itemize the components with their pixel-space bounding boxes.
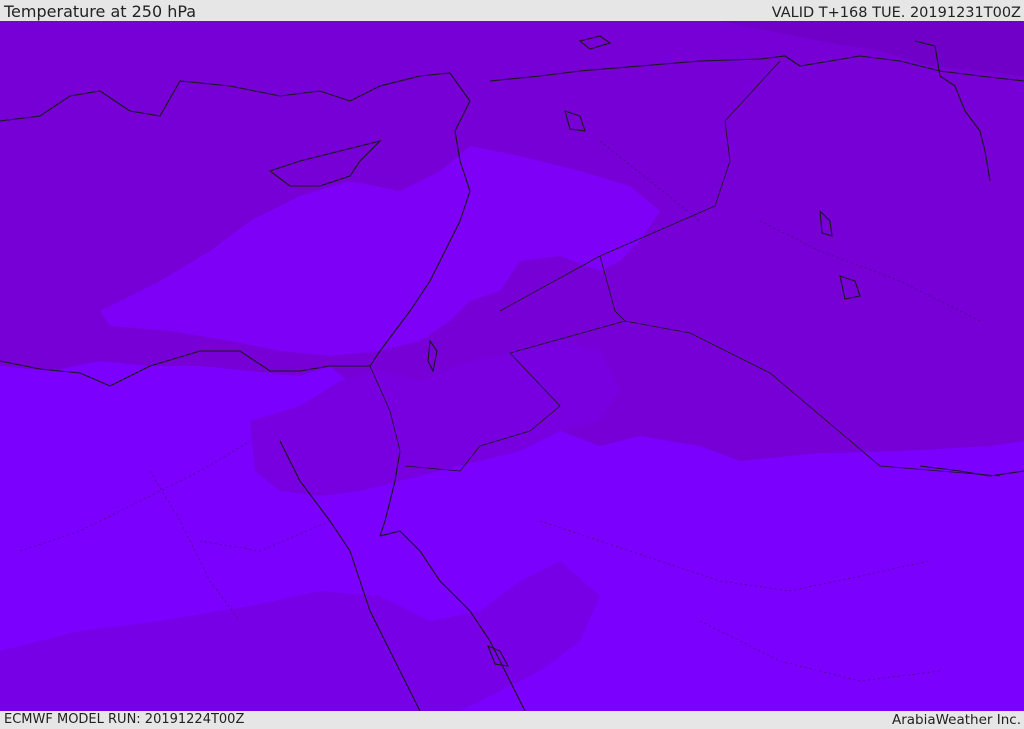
map-canvas xyxy=(0,21,1024,711)
header-bar: Temperature at 250 hPa VALID T+168 TUE. … xyxy=(0,0,1024,21)
credit: ArabiaWeather Inc. xyxy=(891,712,1021,728)
footer-bar: ECMWF MODEL RUN: 20191224T00Z ArabiaWeat… xyxy=(0,711,1024,729)
valid-time: VALID T+168 TUE. 20191231T00Z xyxy=(771,5,1021,21)
model-run: ECMWF MODEL RUN: 20191224T00Z xyxy=(4,712,245,727)
weather-map xyxy=(0,21,1024,711)
map-title: Temperature at 250 hPa xyxy=(4,2,197,21)
